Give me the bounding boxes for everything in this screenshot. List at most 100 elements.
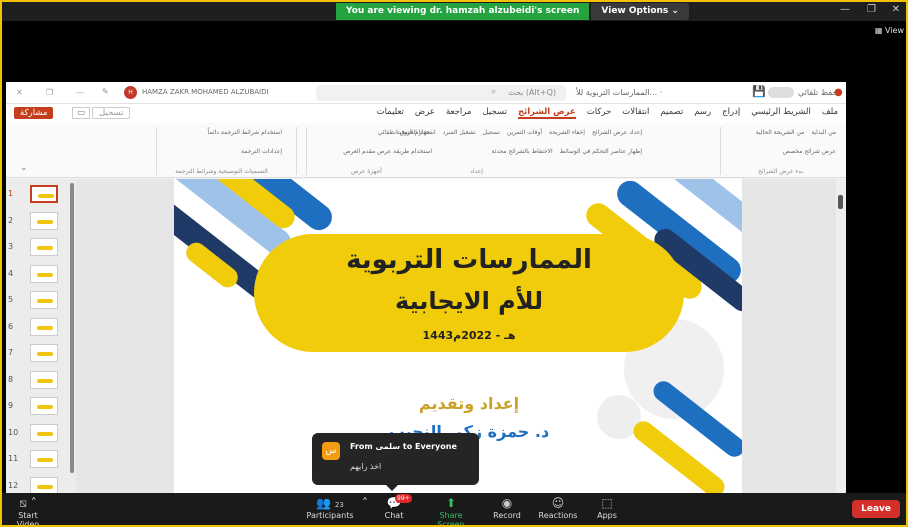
search-box[interactable]: بحث (Alt+Q) ⌕ <box>316 85 566 101</box>
ribbon-item[interactable]: استخدام شرائط الترجمة دائماً <box>208 129 282 145</box>
slide-number: 11 <box>8 454 19 463</box>
ribbon-item[interactable]: استخدام طريقة عرض مقدم العرض <box>343 148 432 164</box>
leave-button[interactable]: Leave <box>852 500 900 518</box>
slide-thumbnail[interactable]: 11 <box>8 450 60 472</box>
chat-button[interactable]: 💬 99+ Chat <box>379 494 412 520</box>
ribbon-group-label: أجهزة عرض <box>351 168 382 175</box>
chat-icon: 💬 99+ <box>386 494 412 510</box>
apps-button[interactable]: ⬚ Apps <box>594 496 620 520</box>
tab-1[interactable]: الشريط الرئيسي <box>751 107 811 119</box>
ribbon-item[interactable]: أوقات التمرين <box>507 129 542 145</box>
save-icon[interactable]: 💾 <box>752 85 766 98</box>
share-button[interactable]: مشاركة <box>14 107 54 119</box>
slide-thumbnail[interactable]: 8 <box>8 370 60 393</box>
slide-thumbnail[interactable]: 12 <box>8 476 60 494</box>
ribbon-item[interactable]: تشغيل السرد <box>443 129 476 145</box>
screen-share-banner: You are viewing dr. hamzah alzubeidi's s… <box>336 3 689 20</box>
ppt-title-bar: ✕ ❐ — ✎ H HAMZA ZAKR MOHAMED ALZUBAIDI ب… <box>6 82 846 104</box>
restore-icon[interactable]: ❐ <box>46 88 53 97</box>
slide-thumbnail-image <box>30 344 58 362</box>
tab-7[interactable]: عرض الشرائح <box>517 107 576 119</box>
minimize-icon[interactable]: — <box>840 4 850 15</box>
avatar[interactable]: H <box>124 86 137 99</box>
tab-list: ملف الشريط الرئيسي إدراج رسم تصميم انتقالات حر… <box>377 107 838 119</box>
slide-number: 6 <box>8 321 14 331</box>
slide-thumbnail[interactable]: 10 <box>8 423 60 446</box>
slide-thumbnail[interactable]: 1 <box>8 185 60 207</box>
ribbon-tabs: مشاركة ▭ تسجيل ملف الشريط الرئيسي إدراج رسم… <box>6 104 846 123</box>
tab-0[interactable]: ملف <box>822 107 838 119</box>
slide-thumbnail[interactable]: 4 <box>8 264 60 287</box>
tab-3[interactable]: رسم <box>694 107 711 119</box>
ribbon-item[interactable]: تسجيل <box>483 129 500 145</box>
slide-thumbnail[interactable]: 9 <box>8 397 60 419</box>
slide-thumbnail[interactable]: 7 <box>8 344 60 366</box>
tab-2[interactable]: إدراج <box>722 107 740 119</box>
ribbon-item[interactable]: من البداية <box>811 129 836 145</box>
record-button[interactable]: تسجيل <box>92 107 131 119</box>
tab-4[interactable]: تصميم <box>660 107 683 119</box>
tab-6[interactable]: حركات <box>587 107 612 119</box>
share-screen-button[interactable]: ⬆ Share Screen <box>426 496 476 527</box>
chevron-down-icon[interactable]: ⌄ <box>20 163 28 173</box>
ribbon-item[interactable]: من الشريحة الحالية <box>756 129 805 145</box>
ribbon-item[interactable]: الاحتفاظ بالشرائح محدثة <box>491 148 552 164</box>
reactions-button[interactable]: ☺ Reactions <box>538 496 578 520</box>
share-screen-label: Share Screen <box>437 511 465 527</box>
tab-8[interactable]: تسجيل <box>483 107 507 119</box>
tab-11[interactable]: تعليمات <box>377 107 404 119</box>
start-video-button[interactable]: ⧅ ˄ Start Video <box>6 496 50 525</box>
slide-thumbnail-image <box>30 450 58 468</box>
close-icon[interactable]: ✕ <box>892 4 900 15</box>
slide-number: 12 <box>8 480 19 490</box>
scroll-thumb[interactable] <box>838 195 843 209</box>
slide-thumbnail[interactable]: 5 <box>8 291 60 313</box>
slide-prepared-by: إعداد وتقديم <box>418 394 520 413</box>
slide-thumbnail[interactable]: 2 <box>8 211 60 234</box>
slide-date: 1443هـ - 2022م <box>422 329 516 342</box>
zoom-toolbar: ⧅ ˄ Start Video 👥 23 Participants ˄ 💬 99+… <box>2 493 906 525</box>
search-input[interactable]: بحث (Alt+Q) <box>508 88 556 97</box>
participants-label: Participants <box>306 511 354 520</box>
record-button[interactable]: ◉ Record <box>492 496 522 520</box>
ribbon-item[interactable]: تلقائي <box>378 129 393 145</box>
chat-notification[interactable]: س From سلمى to Everyone اخذ رايهم <box>312 433 479 491</box>
tab-10[interactable]: عرض <box>415 107 435 119</box>
document-title[interactable]: الممارسات التربوية للأ... · <box>576 88 662 97</box>
close-icon[interactable]: ✕ <box>16 88 23 97</box>
restore-icon[interactable]: ❐ <box>867 4 876 15</box>
chat-sender-line: From سلمى to Everyone <box>350 442 457 451</box>
apps-icon: ⬚ <box>601 496 613 510</box>
minimize-icon[interactable]: — <box>76 88 84 97</box>
slide-thumbnail[interactable]: 6 <box>8 317 60 340</box>
view-layout-button[interactable]: ▦ View <box>875 26 904 35</box>
slide-number: 7 <box>8 348 14 357</box>
participants-button[interactable]: 👥 23 Participants <box>302 496 358 520</box>
share-screen-icon: ⬆ <box>445 496 457 510</box>
autosave-toggle[interactable] <box>768 87 794 98</box>
ribbon-item[interactable]: إعداد عرض الشرائح <box>592 129 642 145</box>
slide-thumbnail[interactable]: 3 <box>8 238 60 260</box>
tab-5[interactable]: انتقالات <box>622 107 649 119</box>
participants-menu-chevron[interactable]: ˄ <box>358 496 372 511</box>
editor-scrollbar[interactable] <box>836 179 846 494</box>
thumbnail-scrollbar[interactable] <box>70 183 74 473</box>
ribbon-item[interactable]: إخفاء الشريحة <box>549 129 585 145</box>
ribbon-group-3: استخدام شرائط الترجمة دائماً إعدادات التر… <box>156 127 286 175</box>
ribbon-item[interactable]: إظهار عناصر التحكم في الوسائط <box>560 148 642 164</box>
slide-thumbnail-image <box>30 370 58 389</box>
view-options-button[interactable]: View Options ⌄ <box>591 3 689 20</box>
ribbon-item[interactable]: إعدادات الترجمة <box>241 148 282 164</box>
ribbon-slideshow: من البداية من الشريحة الحالية عرض شرائح مخ… <box>6 123 846 178</box>
ribbon-item[interactable]: جهاز العرض: <box>400 129 432 145</box>
pen-icon[interactable]: ✎ <box>102 87 109 96</box>
slide-title-line1: الممارسات التربوية <box>346 245 592 275</box>
user-name: HAMZA ZAKR MOHAMED ALZUBAIDI <box>142 88 269 96</box>
comments-icon[interactable]: ▭ <box>72 107 91 119</box>
chat-badge: 99+ <box>395 494 412 503</box>
participants-count: 23 <box>334 501 344 509</box>
powerpoint-logo-icon: ● <box>834 87 843 98</box>
slide-thumbnails-pane[interactable]: 1 2 3 4 5 6 7 8 9 10 11 12 <box>6 179 76 494</box>
tab-9[interactable]: مراجعة <box>446 107 472 119</box>
ribbon-item[interactable]: عرض شرائح مخصص <box>783 148 836 164</box>
